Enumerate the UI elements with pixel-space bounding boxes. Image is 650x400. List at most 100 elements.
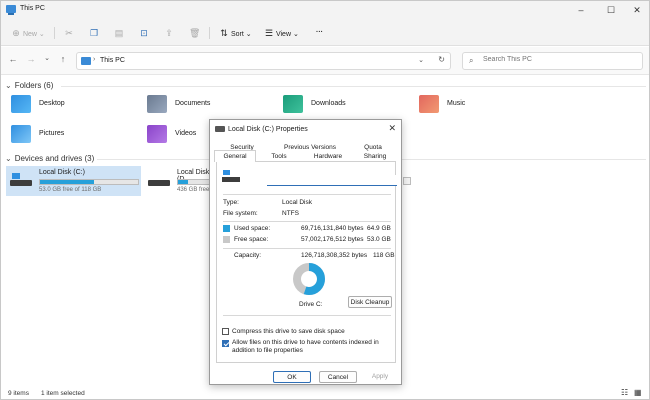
- drive-name-field[interactable]: [267, 175, 397, 186]
- folder-desktop[interactable]: Desktop: [5, 95, 125, 117]
- folder-pictures[interactable]: Pictures: [5, 125, 125, 147]
- chevron-down-icon: ⌄: [292, 31, 299, 38]
- chevron-right-icon: ›: [93, 56, 96, 63]
- chevron-down-icon: ⌄: [38, 31, 45, 38]
- windows-logo-icon: [12, 173, 20, 179]
- compress-checkbox[interactable]: [222, 328, 229, 335]
- delete-button[interactable]: 🗑: [189, 26, 200, 40]
- drive-letter-label: Drive C:: [299, 301, 323, 308]
- copy-icon: ❐: [89, 28, 99, 38]
- new-label: New: [22, 31, 37, 38]
- tab-sharing[interactable]: Sharing: [358, 153, 392, 160]
- scissors-icon: ✂: [65, 28, 73, 38]
- search-input[interactable]: [483, 56, 633, 63]
- divider: [223, 221, 391, 222]
- downloads-icon: [283, 95, 303, 113]
- sort-icon: ⇅: [220, 28, 228, 38]
- item-count: 9 items: [8, 390, 29, 397]
- view-label: View: [275, 31, 291, 38]
- music-icon: [419, 95, 439, 113]
- new-icon: ⊕: [12, 28, 20, 38]
- folder-documents[interactable]: Documents: [141, 95, 261, 117]
- view-button[interactable]: ☰ View ⌄: [264, 26, 299, 40]
- paste-button[interactable]: ▤: [114, 26, 124, 40]
- free-bytes: 57,002,176,512 bytes: [301, 236, 364, 243]
- capacity-gb: 118 GB: [373, 252, 395, 259]
- rename-button[interactable]: ⊡: [139, 26, 149, 40]
- tab-quota[interactable]: Quota: [356, 144, 390, 151]
- share-icon: ⇪: [165, 28, 173, 38]
- desktop-icon: [11, 95, 31, 113]
- minimize-icon[interactable]: –: [569, 3, 593, 17]
- folder-music[interactable]: Music: [413, 95, 533, 117]
- dialog-title: Local Disk (C:) Properties: [228, 126, 308, 133]
- tiles-view-icon[interactable]: ▦: [634, 388, 642, 397]
- sort-button[interactable]: ⇅ Sort ⌄: [219, 26, 252, 40]
- address-path: This PC: [100, 57, 125, 64]
- drive-icon: [222, 170, 240, 183]
- drive-usage-bar: [177, 179, 210, 185]
- tab-hardware[interactable]: Hardware: [308, 153, 348, 160]
- divider: [223, 248, 391, 249]
- used-bytes: 69,716,131,840 bytes: [301, 225, 364, 232]
- used-space-swatch: [223, 225, 230, 232]
- windows-logo-icon: [223, 170, 230, 175]
- drive-d[interactable]: Local Disk (D 436 GB free: [144, 166, 210, 196]
- close-icon[interactable]: ✕: [625, 3, 649, 17]
- share-button[interactable]: ⇪: [164, 26, 174, 40]
- tab-general[interactable]: General: [216, 153, 254, 160]
- apply-button[interactable]: Apply: [362, 371, 398, 383]
- back-arrow-icon[interactable]: ←: [6, 54, 20, 64]
- new-button[interactable]: ⊕ New ⌄: [11, 26, 45, 40]
- maximize-icon[interactable]: ☐: [599, 3, 623, 17]
- copy-button[interactable]: ❐: [89, 26, 99, 40]
- drive-usage-bar: [39, 179, 139, 185]
- used-gb: 64.9 GB: [367, 225, 391, 232]
- search-icon: ⌕: [469, 56, 474, 65]
- cancel-button[interactable]: Cancel: [319, 371, 357, 383]
- free-gb: 53.0 GB: [367, 236, 391, 243]
- toolbar-divider: [209, 27, 210, 39]
- details-view-icon[interactable]: ☷: [621, 388, 628, 397]
- disk-cleanup-button[interactable]: Disk Cleanup: [348, 296, 392, 308]
- tab-previous-versions[interactable]: Previous Versions: [280, 144, 340, 151]
- index-checkbox[interactable]: [222, 340, 229, 347]
- drive-icon: [10, 171, 32, 187]
- folders-header[interactable]: ⌄ Folders (6): [5, 81, 53, 90]
- up-arrow-icon[interactable]: ↑: [56, 54, 70, 64]
- divider: [223, 194, 391, 195]
- capacity-bytes: 126,718,308,352 bytes: [301, 252, 368, 259]
- videos-icon: [147, 125, 167, 143]
- recent-chevron-icon[interactable]: ⌄: [40, 54, 54, 62]
- folder-downloads[interactable]: Downloads: [277, 95, 397, 117]
- address-bar[interactable]: › This PC ⌄ ↻: [76, 52, 451, 70]
- close-icon[interactable]: ✕: [388, 123, 396, 134]
- chevron-down-icon[interactable]: ⌄: [418, 56, 424, 64]
- documents-icon: [147, 95, 167, 113]
- drive-icon: [148, 171, 170, 187]
- disk-usage-donut: [293, 263, 325, 295]
- drive-c[interactable]: Local Disk (C:) 53.0 GB free of 118 GB: [6, 166, 141, 196]
- refresh-icon[interactable]: ↻: [438, 55, 445, 64]
- general-tab-panel: Type: Local Disk File system: NTFS Used …: [216, 161, 397, 363]
- ok-button[interactable]: OK: [273, 371, 311, 383]
- this-pc-icon: [81, 57, 91, 65]
- devices-header[interactable]: ⌄ Devices and drives (3): [5, 154, 94, 163]
- more-options-button[interactable]: ···: [316, 26, 323, 40]
- properties-dialog: Local Disk (C:) Properties ✕ Security Pr…: [209, 119, 402, 385]
- this-pc-icon: [6, 5, 16, 15]
- chevron-down-icon: ⌄: [245, 31, 252, 38]
- search-box[interactable]: ⌕: [462, 52, 643, 70]
- title-bar: This PC – ☐ ✕: [1, 1, 649, 19]
- index-label: Allow files on this drive to have conten…: [232, 339, 379, 354]
- rename-icon: ⊡: [140, 28, 148, 38]
- window-title: This PC: [20, 5, 45, 12]
- command-bar: ⊕ New ⌄ ✂ ❐ ▤ ⊡ ⇪ 🗑 ⇅ Sort ⌄ ☰ View ⌄ ··…: [1, 19, 649, 46]
- tab-tools[interactable]: Tools: [265, 153, 293, 160]
- selection-count: 1 item selected: [41, 390, 85, 397]
- file-system-value: NTFS: [282, 210, 299, 217]
- drive-icon: [215, 126, 225, 132]
- cut-button[interactable]: ✂: [64, 26, 74, 40]
- forward-arrow-icon[interactable]: →: [24, 54, 38, 64]
- pictures-icon: [11, 125, 31, 143]
